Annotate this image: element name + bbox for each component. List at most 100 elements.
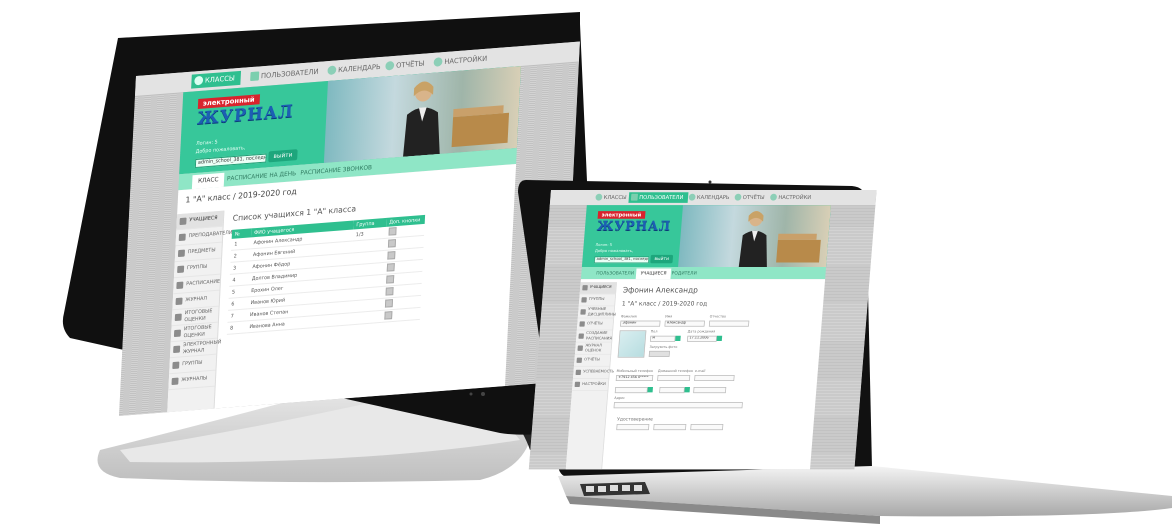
edit-icon[interactable] [384,310,393,320]
email-field[interactable] [694,374,735,382]
edit-icon[interactable] [386,274,395,284]
address-field[interactable] [613,402,743,409]
sidebar-item-label: НАСТРОЙКИ [582,381,606,387]
phone-field[interactable]: +7912 456 0***** [615,374,654,382]
select-field-2[interactable] [659,387,685,394]
gender-select[interactable]: м [649,335,676,342]
edit-icon[interactable] [385,286,394,296]
calendar-icon [578,333,584,339]
edit-icon[interactable] [387,238,397,248]
laptop-screen: КЛАССЫ ПОЛЬЗОВАТЕЛИ КАЛЕНДАРЬ ОТЧЁТЫ НАС… [528,190,877,470]
edit-icon[interactable] [387,250,396,260]
sidebar-item-label: ЭЛЕКТРОННЫЙ ЖУРНАЛ [182,338,222,355]
journal-icon [173,345,181,354]
books-pile [451,112,510,148]
sidebar-item-label: ГРУППЫ [588,297,605,302]
sidebar-item-settings[interactable]: НАСТРОЙКИ [572,378,609,391]
calendar-icon[interactable] [716,335,723,341]
user-line-1: Логин: 5 [595,242,613,248]
nav-item-settings[interactable]: НАСТРОЙКИ [430,51,493,70]
address-label: Адрес [614,396,626,401]
sidebar-item-reports[interactable]: ОТЧЁТЫ [576,318,614,331]
exit-button[interactable]: выйти [650,254,674,264]
document-field-2[interactable] [653,424,687,431]
nav-item-calendar[interactable]: КАЛЕНДАРЬ [686,192,734,203]
patronymic-label: Отчество [709,315,727,320]
user-line-2: Добро пожаловать, [594,248,634,254]
sidebar-item-label: ОТЧЁТЫ [586,321,603,326]
sidebar-item-students[interactable]: УЧАЩИЕСЯ [579,282,617,295]
documents-label: Удостоверение [616,416,654,422]
document-field-3[interactable] [690,424,724,431]
sidebar-item-label: УСПЕВАЕМОСТЬ [582,369,615,375]
home-icon [595,193,603,201]
journal-icon [171,377,179,386]
document-field[interactable] [616,424,650,431]
nav-item-reports[interactable]: ОТЧЁТЫ [382,56,430,74]
subtab-users[interactable]: ПОЛЬЗОВАТЕЛИ [591,269,639,280]
nav-item-label: ПОЛЬЗОВАТЕЛИ [638,194,684,201]
dropdown-icon[interactable] [675,335,681,341]
sidebar-item-reports-2[interactable]: ОТЧЁТЫ [573,354,611,367]
exit-button[interactable]: выйти [268,149,298,163]
nav-item-label: ОТЧЁТЫ [742,194,765,201]
nav-item-classes[interactable]: КЛАССЫ [191,70,242,89]
nav-item-label: НАСТРОЙКИ [778,194,812,201]
phone-label: Мобильный телефон [616,369,654,374]
home-icon [194,75,204,86]
group-icon [581,297,587,303]
top-nav: КЛАССЫ ПОЛЬЗОВАТЕЛИ КАЛЕНДАРЬ ОТЧЁТЫ НАС… [549,190,877,206]
sidebar-item-label: ГРУППЫ [181,359,203,368]
select-field[interactable] [614,387,648,394]
user-line-2: Добро пожаловать, [195,145,246,156]
sidebar-item-groups[interactable]: ГРУППЫ [578,294,616,307]
gear-icon [769,193,778,201]
dropdown-icon[interactable] [684,387,690,393]
sidebar-item-grade-journal[interactable]: ЖУРНАЛ ОЦЕНОК [574,342,612,355]
edit-icon[interactable] [388,226,397,236]
sidebar-item-create-schedule[interactable]: СОЗДАНИЕ РАСПИСАНИЯ [575,330,613,343]
sidebar-item-label: УЧАЩИЕСЯ [189,215,218,224]
sidebar-item-disciplines[interactable]: УЧЕБНЫЕ ДИСЦИПЛИНЫ [577,306,616,319]
student-icon [179,217,187,226]
logo-title: ЖУРНАЛ [596,218,672,234]
students-table: № ФИО учащегося Группа Доп. кнопки 1 Афон… [226,214,426,335]
name-field[interactable]: Александр [664,320,705,327]
teacher-figure [738,211,767,268]
patronymic-field[interactable] [708,320,750,327]
birthdate-field[interactable]: 17.11.2006 [686,335,718,342]
surname-field[interactable]: Эфонин [620,320,661,327]
journal-icon [577,345,584,351]
subtab-parents[interactable]: РОДИТЕЛИ [667,269,702,280]
chart-icon [575,369,582,375]
student-group [348,310,382,325]
class-title: 1 "А" класс / 2019-2020 год [185,187,297,205]
edit-icon[interactable] [384,298,394,308]
sidebar-item-label: ПРЕПОДАВАТЕЛИ [188,229,233,240]
home-phone-field[interactable] [657,374,691,382]
nav-item-label: НАСТРОЙКИ [444,54,488,66]
calendar-icon [327,65,337,76]
sidebar-item-label: СОЗДАНИЕ РАСПИСАНИЯ [585,330,613,341]
books-pile [776,239,821,263]
users-icon [250,71,260,82]
students-list-title: Список учащихся 1 "А" класса [232,204,357,223]
sidebar-item-journals[interactable]: ЖУРНАЛЫ [168,370,216,391]
gender-label: Пол [650,330,658,335]
select-field-3[interactable] [693,387,727,394]
nav-item-calendar[interactable]: КАЛЕНДАРЬ [324,60,386,79]
nav-item-reports[interactable]: ОТЧЁТЫ [732,192,769,203]
sidebar: УЧАЩИЕСЯ ПРЕПОДАВАТЕЛИ ПРЕДМЕТЫ ГРУППЫ Р… [167,210,233,413]
sidebar-item-performance[interactable]: УСПЕВАЕМОСТЬ [573,366,614,379]
edit-icon[interactable] [386,262,395,272]
sidebar-item-label: ЖУРНАЛЫ [181,375,208,384]
reports-icon [576,357,583,363]
photo-upload-button[interactable] [648,350,670,357]
nav-item-classes[interactable]: КЛАССЫ [593,192,632,203]
teacher-figure [403,81,440,157]
nav-item-settings[interactable]: НАСТРОЙКИ [768,192,816,203]
dropdown-icon[interactable] [647,387,653,393]
student-name-title: Эфонин Александр [622,286,699,295]
nav-item-users[interactable]: ПОЛЬЗОВАТЕЛИ [628,192,689,203]
nav-item-label: ПОЛЬЗОВАТЕЛИ [260,67,319,81]
